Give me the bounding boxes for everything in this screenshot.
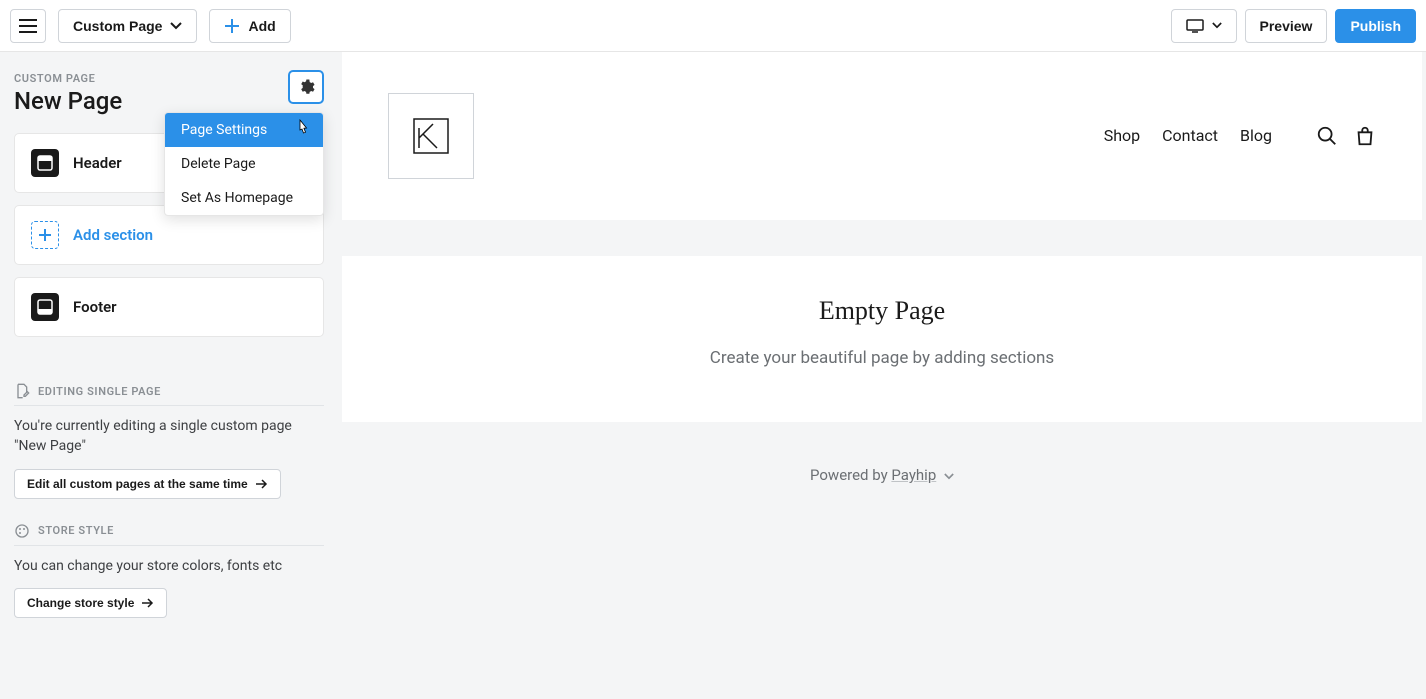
nav-link-blog[interactable]: Blog <box>1240 126 1272 145</box>
publish-button[interactable]: Publish <box>1335 9 1416 43</box>
chevron-down-icon <box>1212 22 1222 29</box>
arrow-right-icon <box>256 479 268 489</box>
bag-icon[interactable] <box>1354 125 1376 147</box>
sidebar-overline: CUSTOM PAGE <box>14 72 324 85</box>
dropdown-item-delete-page[interactable]: Delete Page <box>165 147 323 181</box>
dropdown-item-label: Set As Homepage <box>181 190 293 206</box>
site-logo[interactable] <box>388 93 474 179</box>
preview-canvas: Shop Contact Blog Empty Page Create your… <box>338 52 1426 699</box>
search-icon[interactable] <box>1316 125 1338 147</box>
change-store-style-button[interactable]: Change store style <box>14 588 167 618</box>
dropdown-item-set-homepage[interactable]: Set As Homepage <box>165 181 323 215</box>
info-heading-text: EDITING SINGLE PAGE <box>38 385 161 398</box>
powered-by-prefix: Powered by <box>810 466 891 484</box>
store-style-info: STORE STYLE You can change your store co… <box>14 523 324 618</box>
page-type-label: Custom Page <box>73 18 162 34</box>
palette-icon <box>14 523 30 539</box>
page-title: New Page <box>14 87 324 115</box>
nav-icons <box>1316 125 1376 147</box>
empty-page-subtitle: Create your beautiful page by adding sec… <box>342 348 1422 368</box>
publish-button-label: Publish <box>1350 18 1401 34</box>
page-type-dropdown[interactable]: Custom Page <box>58 9 197 43</box>
section-card-label: Footer <box>73 298 117 316</box>
plus-icon <box>224 18 240 34</box>
cursor-icon <box>295 119 311 141</box>
chevron-down-icon <box>944 473 954 480</box>
info-heading: EDITING SINGLE PAGE <box>14 383 324 406</box>
site-nav: Shop Contact Blog <box>1104 125 1376 147</box>
topbar: Custom Page Add Preview Publish <box>0 0 1426 52</box>
gear-icon <box>297 78 315 96</box>
dropdown-item-label: Page Settings <box>181 122 267 138</box>
desktop-icon <box>1186 19 1204 33</box>
powered-by-footer: Powered by Payhip <box>338 422 1426 528</box>
dropdown-item-label: Delete Page <box>181 156 256 172</box>
empty-page-title: Empty Page <box>342 296 1422 326</box>
add-button-label: Add <box>248 18 275 34</box>
info-body: You can change your store colors, fonts … <box>14 556 324 576</box>
add-button[interactable]: Add <box>209 9 290 43</box>
section-card-label: Header <box>73 154 122 172</box>
footer-section-icon <box>31 293 59 321</box>
nav-link-shop[interactable]: Shop <box>1104 126 1140 145</box>
editing-single-page-info: EDITING SINGLE PAGE You're currently edi… <box>14 383 324 499</box>
viewport-dropdown[interactable] <box>1171 9 1237 43</box>
add-section-icon <box>31 221 59 249</box>
powered-by-brand[interactable]: Payhip <box>891 466 936 484</box>
nav-link-contact[interactable]: Contact <box>1162 126 1218 145</box>
section-card-label: Add section <box>73 226 153 244</box>
info-heading: STORE STYLE <box>14 523 324 546</box>
hamburger-button[interactable] <box>10 9 46 43</box>
chevron-down-icon <box>170 22 182 30</box>
site-header-wrapper: Shop Contact Blog <box>342 52 1422 220</box>
button-label: Change store style <box>27 596 134 610</box>
page-settings-dropdown: Page Settings Delete Page Set As Homepag… <box>164 112 324 216</box>
header-section-icon <box>31 149 59 177</box>
edit-all-pages-button[interactable]: Edit all custom pages at the same time <box>14 469 281 499</box>
info-heading-text: STORE STYLE <box>38 524 114 537</box>
main-area: CUSTOM PAGE New Page Page Settings Delet… <box>0 52 1426 699</box>
topbar-left: Custom Page Add <box>10 9 291 43</box>
dropdown-item-page-settings[interactable]: Page Settings <box>165 113 323 147</box>
topbar-right: Preview Publish <box>1171 9 1417 43</box>
hamburger-icon <box>19 19 37 33</box>
sidebar: CUSTOM PAGE New Page Page Settings Delet… <box>0 52 338 699</box>
arrow-right-icon <box>142 598 154 608</box>
logo-icon <box>413 118 449 154</box>
site-header: Shop Contact Blog <box>342 52 1422 220</box>
info-body: You're currently editing a single custom… <box>14 416 324 457</box>
page-settings-gear-button[interactable] <box>288 70 324 104</box>
preview-button[interactable]: Preview <box>1245 9 1328 43</box>
empty-page-body: Empty Page Create your beautiful page by… <box>342 256 1422 422</box>
page-edit-icon <box>14 383 30 399</box>
section-card-footer[interactable]: Footer <box>14 277 324 337</box>
button-label: Edit all custom pages at the same time <box>27 477 248 491</box>
preview-button-label: Preview <box>1260 18 1313 34</box>
